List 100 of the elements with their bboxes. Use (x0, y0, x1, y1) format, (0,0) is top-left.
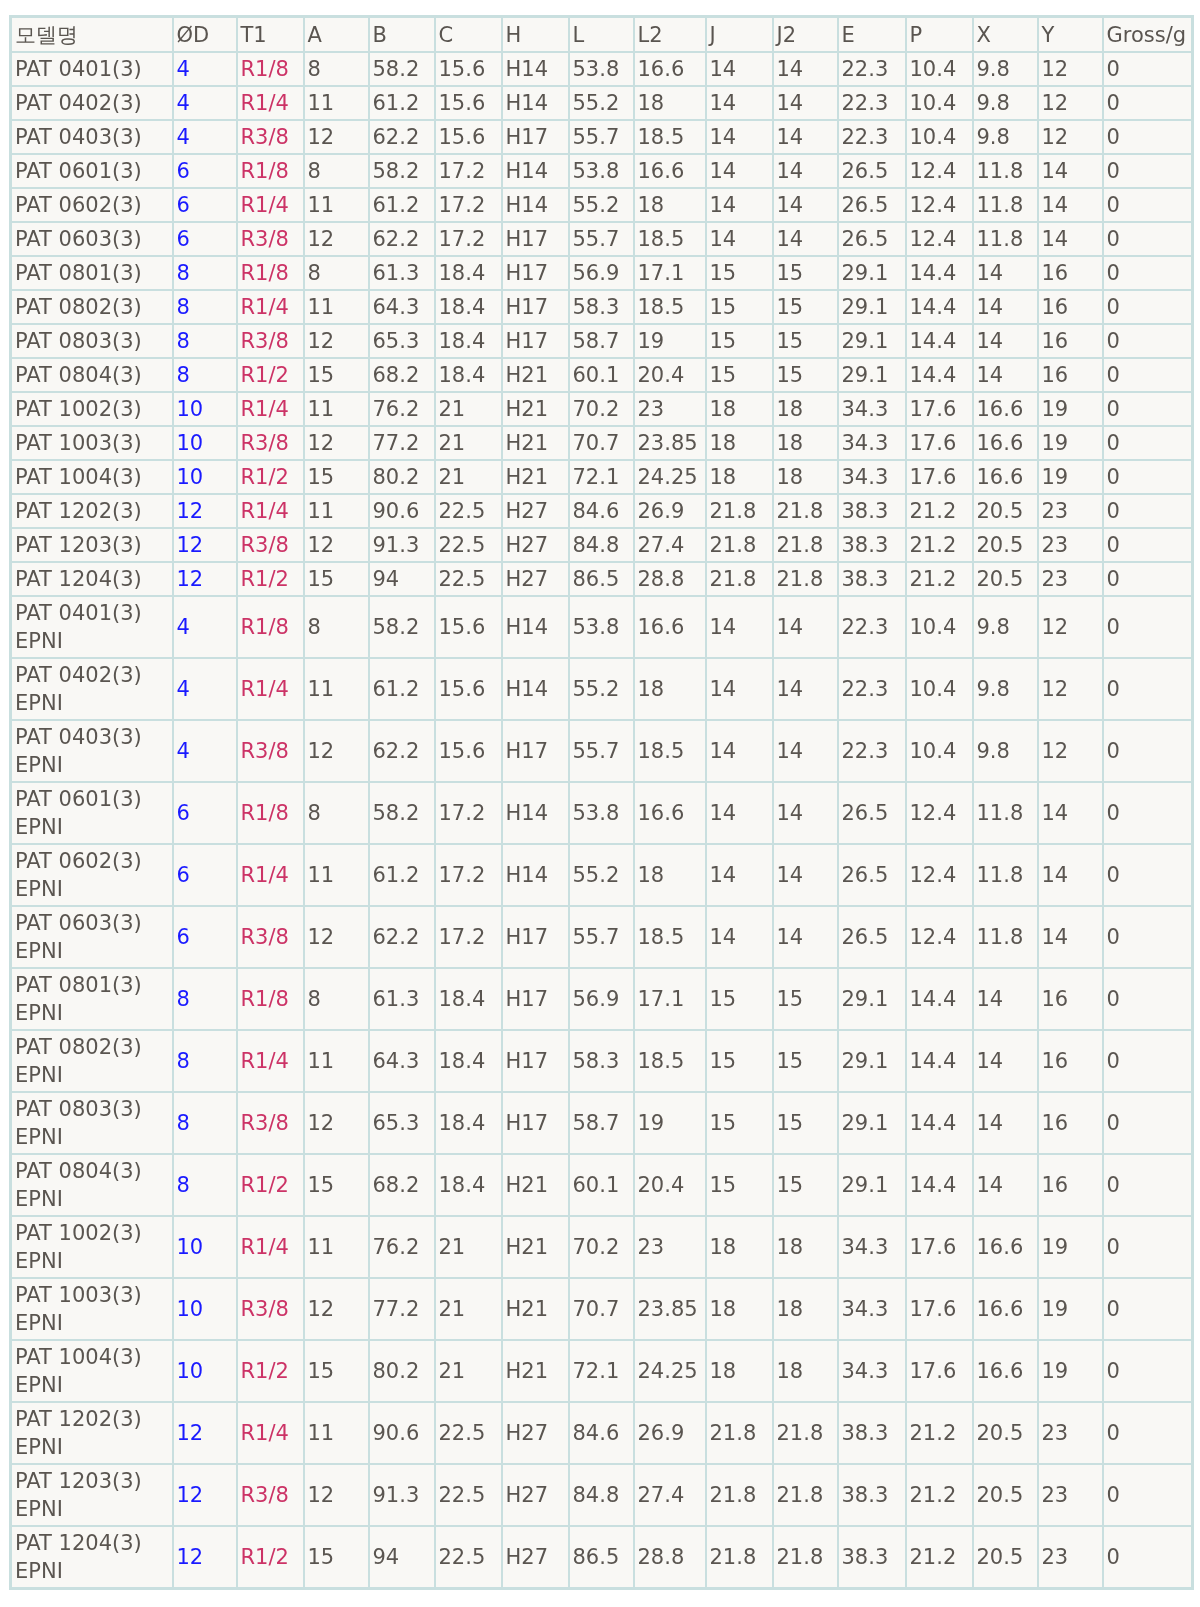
table-cell: 68.2 (368, 1154, 435, 1216)
table-cell: H14 (501, 154, 569, 188)
table-cell: 15 (772, 324, 838, 358)
table-cell: 8 (172, 1154, 237, 1216)
table-cell: 14 (705, 222, 773, 256)
table-cell: H14 (501, 86, 569, 120)
table-cell: 58.2 (368, 154, 435, 188)
table-cell: 14 (772, 188, 838, 222)
table-cell: 4 (172, 120, 237, 154)
table-cell: 14 (1037, 222, 1103, 256)
table-cell: 12 (172, 528, 237, 562)
table-cell: 6 (172, 782, 237, 844)
table-cell: 4 (172, 52, 237, 86)
table-cell: 8 (172, 256, 237, 290)
table-cell: 6 (172, 154, 237, 188)
table-cell: H14 (501, 782, 569, 844)
table-cell: 16.6 (972, 392, 1038, 426)
table-cell: 16 (1037, 324, 1103, 358)
table-cell: PAT 1202(3) EPNI (10, 1402, 173, 1464)
table-cell: R1/4 (236, 1216, 304, 1278)
table-cell: 15 (772, 1092, 838, 1154)
table-cell: H17 (501, 720, 569, 782)
table-cell: 12 (303, 720, 369, 782)
table-cell: 11.8 (972, 222, 1038, 256)
table-cell: 22.3 (837, 596, 906, 658)
table-cell: 12 (303, 222, 369, 256)
column-header: C (434, 16, 502, 52)
table-cell: 18 (772, 1278, 838, 1340)
table-cell: 12.4 (905, 844, 973, 906)
column-header: B (368, 16, 435, 52)
table-cell: 14 (705, 86, 773, 120)
table-cell: 21 (434, 1278, 502, 1340)
table-cell: 58.3 (568, 290, 634, 324)
table-cell: 8 (172, 1030, 237, 1092)
table-cell: 14.4 (905, 256, 973, 290)
table-cell: 15 (772, 1030, 838, 1092)
table-cell: 9.8 (972, 52, 1038, 86)
table-cell: 24.25 (633, 1340, 706, 1402)
table-cell: 12.4 (905, 906, 973, 968)
table-cell: 53.8 (568, 52, 634, 86)
table-cell: 70.7 (568, 426, 634, 460)
table-cell: 90.6 (368, 1402, 435, 1464)
table-cell: 23 (1037, 1402, 1103, 1464)
table-cell: R3/8 (236, 222, 304, 256)
table-cell: R1/4 (236, 1402, 304, 1464)
table-cell: 20.5 (972, 562, 1038, 596)
table-cell: 14 (1037, 906, 1103, 968)
table-cell: R1/4 (236, 658, 304, 720)
table-cell: 18.4 (434, 968, 502, 1030)
table-cell: 70.7 (568, 1278, 634, 1340)
table-cell: H17 (501, 906, 569, 968)
table-cell: 22.3 (837, 120, 906, 154)
column-header: H (501, 16, 569, 52)
table-cell: 15 (772, 1154, 838, 1216)
table-cell: PAT 0802(3) (10, 290, 173, 324)
table-cell: 26.5 (837, 906, 906, 968)
table-cell: PAT 0401(3) EPNI (10, 596, 173, 658)
table-cell: H14 (501, 188, 569, 222)
table-cell: 14 (705, 782, 773, 844)
table-cell: 84.8 (568, 528, 634, 562)
table-cell: 12 (303, 1464, 369, 1526)
table-cell: 10 (172, 1340, 237, 1402)
table-cell: R1/4 (236, 86, 304, 120)
table-cell: PAT 1002(3) (10, 392, 173, 426)
table-cell: 17.6 (905, 460, 973, 494)
table-cell: 12 (1037, 120, 1103, 154)
table-cell: 18 (772, 392, 838, 426)
table-cell: 70.2 (568, 1216, 634, 1278)
table-cell: 55.2 (568, 658, 634, 720)
table-cell: 12 (172, 562, 237, 596)
table-cell: 34.3 (837, 426, 906, 460)
table-cell: 84.6 (568, 494, 634, 528)
table-cell: 14 (705, 658, 773, 720)
table-cell: 29.1 (837, 1030, 906, 1092)
table-cell: 64.3 (368, 290, 435, 324)
table-cell: H21 (501, 426, 569, 460)
table-cell: 16.6 (972, 1340, 1038, 1402)
table-cell: 55.2 (568, 188, 634, 222)
table-cell: 19 (1037, 426, 1103, 460)
table-cell: PAT 0804(3) EPNI (10, 1154, 173, 1216)
table-cell: 15.6 (434, 596, 502, 658)
table-cell: 9.8 (972, 596, 1038, 658)
table-cell: 26.5 (837, 782, 906, 844)
table-cell: 18 (633, 844, 706, 906)
table-cell: R3/8 (236, 1464, 304, 1526)
table-cell: 14 (705, 52, 773, 86)
column-header: 모델명 (10, 16, 173, 52)
table-cell: 14 (772, 86, 838, 120)
table-cell: R1/8 (236, 256, 304, 290)
table-cell: 21.8 (705, 1464, 773, 1526)
table-cell: 19 (1037, 392, 1103, 426)
table-cell: 60.1 (568, 1154, 634, 1216)
table-cell: H21 (501, 460, 569, 494)
table-cell: 15 (303, 358, 369, 392)
table-cell: PAT 0803(3) EPNI (10, 1092, 173, 1154)
table-cell: 61.3 (368, 968, 435, 1030)
table-cell: PAT 1003(3) (10, 426, 173, 460)
table-cell: PAT 0602(3) (10, 188, 173, 222)
table-cell: 14 (705, 906, 773, 968)
table-cell: 11.8 (972, 188, 1038, 222)
